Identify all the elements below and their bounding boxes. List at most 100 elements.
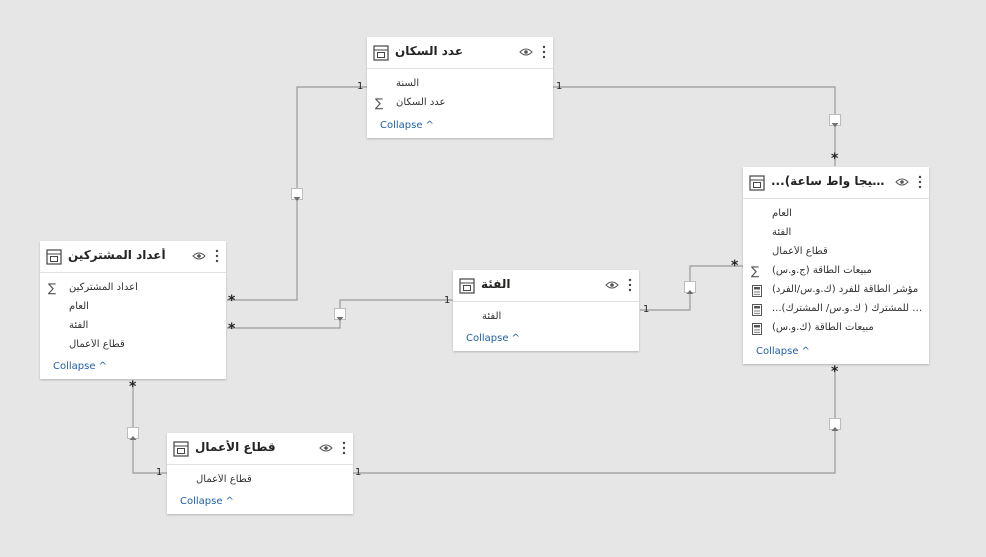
table-card-header[interactable]: قطاع الأعمال <box>167 433 353 465</box>
cardinality-one: 1 <box>357 81 364 92</box>
field-row[interactable]: ...اقة للمشترك ( ك.و.س/ المشترك) <box>743 301 929 320</box>
table-card-energy-sales[interactable]: ...لمبيعة (جيجا واط ساعة) العام الفئة قط… <box>743 167 929 364</box>
field-name: ...اقة للمشترك ( ك.و.س/ المشترك) <box>772 303 923 314</box>
table-card-header[interactable]: الفئة <box>453 270 639 302</box>
cardinality-many: * <box>129 379 137 395</box>
calculator-icon <box>752 304 762 316</box>
field-row[interactable]: قطاع الأعمال <box>167 472 353 491</box>
cardinality-one: 1 <box>444 295 451 306</box>
filter-direction-up-icon <box>684 281 696 294</box>
filter-direction-down-icon <box>334 308 346 321</box>
field-row[interactable]: مؤشر الطاقة للفرد (ك.و.س/الفرد) <box>743 282 929 301</box>
collapse-button[interactable]: Collapse ^ <box>466 333 520 344</box>
cardinality-one: 1 <box>355 467 362 478</box>
filter-direction-up-icon <box>829 418 841 431</box>
field-name: الفئة <box>772 227 792 238</box>
visibility-eye-icon[interactable] <box>519 47 533 57</box>
field-name: مبيعات الطاقة (ك.و.س) <box>772 322 874 333</box>
field-name: عدد السكان <box>396 97 446 108</box>
field-row[interactable]: الفئة <box>40 318 226 337</box>
field-row[interactable]: الفئة <box>453 309 639 328</box>
field-name: العام <box>69 301 89 312</box>
table-icon <box>749 175 765 191</box>
sum-icon: ∑ <box>48 281 57 295</box>
rel-population-energy <box>553 86 836 166</box>
table-title: الفئة <box>481 277 511 291</box>
collapse-label: Collapse <box>53 361 96 372</box>
collapse-button[interactable]: Collapse ^ <box>380 120 434 131</box>
model-diagram-canvas[interactable]: 1 1 * * * 1 1 * * 1 1 * عدد السكان السنة… <box>0 0 986 557</box>
more-options-icon[interactable] <box>215 249 219 263</box>
calculator-icon <box>752 285 762 297</box>
cardinality-many: * <box>831 364 839 380</box>
visibility-eye-icon[interactable] <box>605 280 619 290</box>
table-title: عدد السكان <box>395 44 464 58</box>
field-name: الفئة <box>69 320 89 331</box>
more-options-icon[interactable] <box>918 175 922 189</box>
field-row[interactable]: قطاع الأعمال <box>40 337 226 356</box>
table-card-subscribers[interactable]: أعداد المشتركين ∑ أعداد المشتركين العام … <box>40 241 226 379</box>
field-row[interactable]: قطاع الأعمال <box>743 244 929 263</box>
table-title: أعداد المشتركين <box>68 248 166 262</box>
more-options-icon[interactable] <box>628 278 632 292</box>
sum-icon: ∑ <box>751 264 760 278</box>
table-card-header[interactable]: أعداد المشتركين <box>40 241 226 273</box>
field-row[interactable]: الفئة <box>743 225 929 244</box>
chevron-up-icon: ^ <box>511 333 520 344</box>
more-options-icon[interactable] <box>542 45 546 59</box>
table-icon <box>46 249 62 265</box>
field-name: قطاع الأعمال <box>772 246 828 257</box>
field-name: العام <box>772 208 792 219</box>
field-row[interactable]: ∑ عدد السكان <box>367 95 553 114</box>
field-name: السنة <box>396 78 420 89</box>
table-card-header[interactable]: عدد السكان <box>367 37 553 69</box>
collapse-label: Collapse <box>466 333 509 344</box>
field-name: قطاع الأعمال <box>69 339 125 350</box>
field-row[interactable]: مبيعات الطاقة (ك.و.س) <box>743 320 929 339</box>
table-icon <box>373 45 389 61</box>
field-row[interactable]: السنة <box>367 76 553 95</box>
table-title: قطاع الأعمال <box>195 440 276 454</box>
more-options-icon[interactable] <box>342 441 346 455</box>
filter-direction-up-icon <box>127 427 139 440</box>
chevron-up-icon: ^ <box>98 361 107 372</box>
visibility-eye-icon[interactable] <box>192 251 206 261</box>
chevron-up-icon: ^ <box>425 120 434 131</box>
cardinality-many: * <box>831 151 839 167</box>
chevron-up-icon: ^ <box>801 346 810 357</box>
table-card-category[interactable]: الفئة الفئة Collapse ^ <box>453 270 639 351</box>
collapse-button[interactable]: Collapse ^ <box>180 496 234 507</box>
collapse-button[interactable]: Collapse ^ <box>53 361 107 372</box>
field-row[interactable]: العام <box>40 299 226 318</box>
table-card-population[interactable]: عدد السكان السنة ∑ عدد السكان Collapse ^ <box>367 37 553 138</box>
table-icon <box>173 441 189 457</box>
chevron-up-icon: ^ <box>225 496 234 507</box>
filter-direction-down-icon <box>291 188 303 201</box>
field-name: الفئة <box>482 311 502 322</box>
visibility-eye-icon[interactable] <box>895 177 909 187</box>
cardinality-many: * <box>731 258 739 274</box>
visibility-eye-icon[interactable] <box>319 443 333 453</box>
collapse-label: Collapse <box>180 496 223 507</box>
collapse-button[interactable]: Collapse ^ <box>756 346 810 357</box>
table-card-sector[interactable]: قطاع الأعمال قطاع الأعمال Collapse ^ <box>167 433 353 514</box>
collapse-label: Collapse <box>756 346 799 357</box>
cardinality-many: * <box>228 293 236 309</box>
cardinality-many: * <box>228 321 236 337</box>
filter-direction-down-icon <box>829 114 841 127</box>
field-row[interactable]: ∑ أعداد المشتركين <box>40 280 226 299</box>
field-name: مبيعات الطاقة (ج.و.س) <box>772 265 872 276</box>
calculator-icon <box>752 323 762 335</box>
cardinality-one: 1 <box>643 304 650 315</box>
sum-icon: ∑ <box>375 96 384 110</box>
field-row[interactable]: العام <box>743 206 929 225</box>
table-icon <box>459 278 475 294</box>
field-row[interactable]: ∑ مبيعات الطاقة (ج.و.س) <box>743 263 929 282</box>
table-card-header[interactable]: ...لمبيعة (جيجا واط ساعة) <box>743 167 929 199</box>
cardinality-one: 1 <box>556 81 563 92</box>
collapse-label: Collapse <box>380 120 423 131</box>
rel-sector-energy <box>353 365 836 474</box>
field-name: قطاع الأعمال <box>196 474 252 485</box>
field-name: أعداد المشتركين <box>69 282 138 293</box>
table-title: ...لمبيعة (جيجا واط ساعة) <box>771 174 889 188</box>
